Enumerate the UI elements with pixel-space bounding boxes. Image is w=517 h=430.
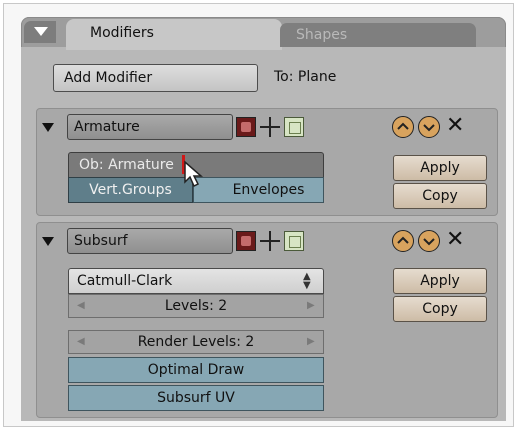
remove-armature-icon[interactable]: ✕	[446, 115, 464, 137]
panel-collapse-button[interactable]	[24, 21, 56, 43]
move-down-icon[interactable]	[418, 116, 440, 138]
subsurf-apply-button[interactable]: Apply	[393, 268, 487, 294]
move-up-icon[interactable]	[392, 116, 414, 138]
render-levels-decrement-icon[interactable]: ◀	[77, 331, 85, 353]
armature-collapse-icon[interactable]	[42, 123, 54, 132]
triangle-down-icon	[34, 27, 48, 36]
render-levels-increment-icon[interactable]: ▶	[307, 331, 315, 353]
levels-label: Levels: 2	[164, 298, 228, 314]
tab-modifiers[interactable]: Modifiers	[66, 19, 282, 49]
subdivision-type-select[interactable]: Catmull-Clark	[68, 268, 324, 294]
render-levels-field[interactable]: Render Levels: 2	[68, 330, 324, 354]
tab-shapes[interactable]: Shapes	[280, 23, 476, 47]
armature-copy-button[interactable]: Copy	[393, 183, 487, 209]
cage-toggle-icon[interactable]	[284, 117, 304, 137]
subsurf-collapse-icon[interactable]	[42, 237, 54, 246]
armature-name-field[interactable]: Armature	[67, 114, 233, 140]
levels-increment-icon[interactable]: ▶	[307, 295, 315, 317]
render-levels-label: Render Levels: 2	[137, 334, 255, 350]
subsurf-move-down-icon[interactable]	[418, 230, 440, 252]
add-modifier-button[interactable]: Add Modifier	[53, 64, 258, 92]
subsurf-name-field[interactable]: Subsurf	[67, 228, 233, 254]
levels-field[interactable]: Levels: 2	[68, 294, 324, 318]
target-label: To: Plane	[274, 69, 337, 85]
remove-subsurf-icon[interactable]: ✕	[446, 229, 464, 251]
optimal-draw-toggle[interactable]: Optimal Draw	[68, 357, 324, 383]
envelopes-toggle[interactable]: Envelopes	[193, 177, 324, 203]
vert-groups-toggle[interactable]: Vert.Groups	[68, 177, 193, 203]
select-updown-icon: ▲ ▼	[303, 271, 311, 291]
mouse-cursor-icon	[183, 160, 205, 192]
subsurf-copy-button[interactable]: Copy	[393, 296, 487, 322]
render-toggle-icon[interactable]	[236, 117, 256, 137]
subsurf-uv-toggle[interactable]: Subsurf UV	[68, 385, 324, 411]
editmode-toggle-icon[interactable]	[259, 116, 281, 138]
subdivision-type-value: Catmull-Clark	[77, 273, 173, 289]
subsurf-editmode-toggle-icon[interactable]	[259, 230, 281, 252]
subsurf-cage-toggle-icon[interactable]	[284, 231, 304, 251]
armature-apply-button[interactable]: Apply	[393, 155, 487, 181]
subsurf-move-up-icon[interactable]	[392, 230, 414, 252]
levels-decrement-icon[interactable]: ◀	[77, 295, 85, 317]
subsurf-render-toggle-icon[interactable]	[236, 231, 256, 251]
